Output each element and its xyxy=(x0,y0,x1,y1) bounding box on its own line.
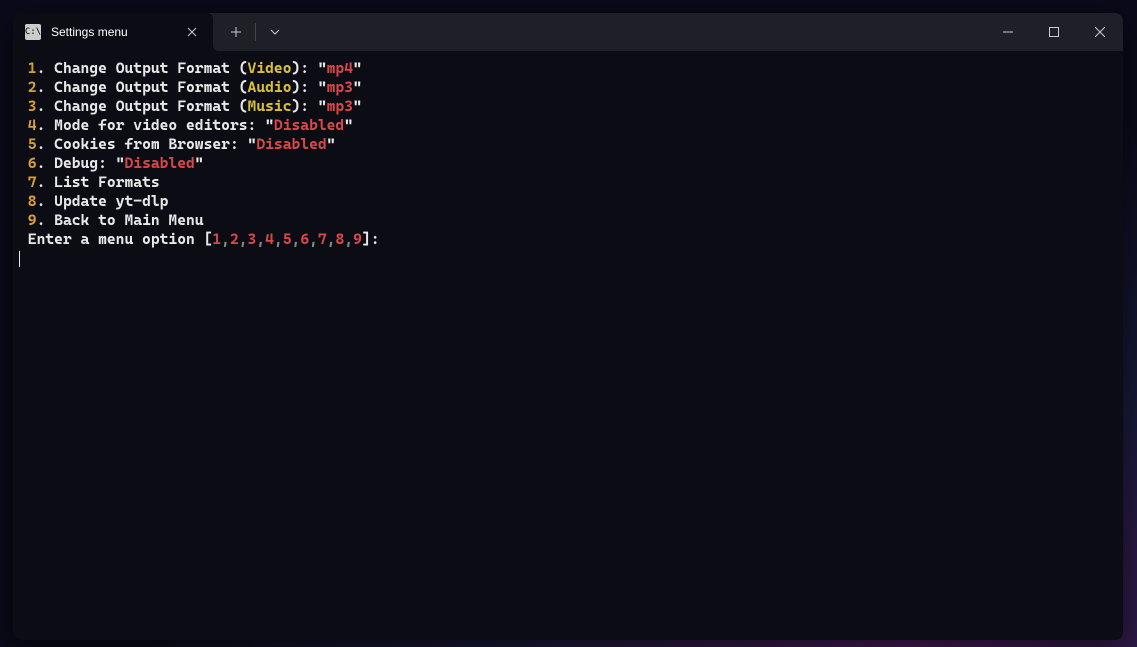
tab-close-button[interactable] xyxy=(183,23,201,41)
tab-dropdown-button[interactable] xyxy=(258,17,292,47)
chevron-down-icon xyxy=(270,29,280,35)
close-icon xyxy=(1095,27,1105,37)
tab-title: Settings menu xyxy=(51,25,173,39)
titlebar-drag-area[interactable] xyxy=(292,13,985,51)
terminal-output[interactable]: 1. Change Output Format (Video): "mp4" 2… xyxy=(13,51,1123,640)
plus-icon xyxy=(231,27,241,37)
minimize-button[interactable] xyxy=(985,13,1031,51)
maximize-button[interactable] xyxy=(1031,13,1077,51)
close-window-button[interactable] xyxy=(1077,13,1123,51)
tab-settings-menu[interactable]: C:\ Settings menu xyxy=(13,13,213,51)
title-bar: C:\ Settings menu xyxy=(13,13,1123,51)
maximize-icon xyxy=(1049,27,1059,37)
terminal-icon: C:\ xyxy=(25,24,41,40)
text-cursor xyxy=(19,251,20,267)
window-controls xyxy=(985,13,1123,51)
new-tab-button[interactable] xyxy=(219,17,253,47)
terminal-window: C:\ Settings menu xyxy=(13,13,1123,640)
separator xyxy=(255,23,256,41)
close-icon xyxy=(187,27,197,37)
tab-actions xyxy=(219,13,292,51)
minimize-icon xyxy=(1003,27,1013,37)
